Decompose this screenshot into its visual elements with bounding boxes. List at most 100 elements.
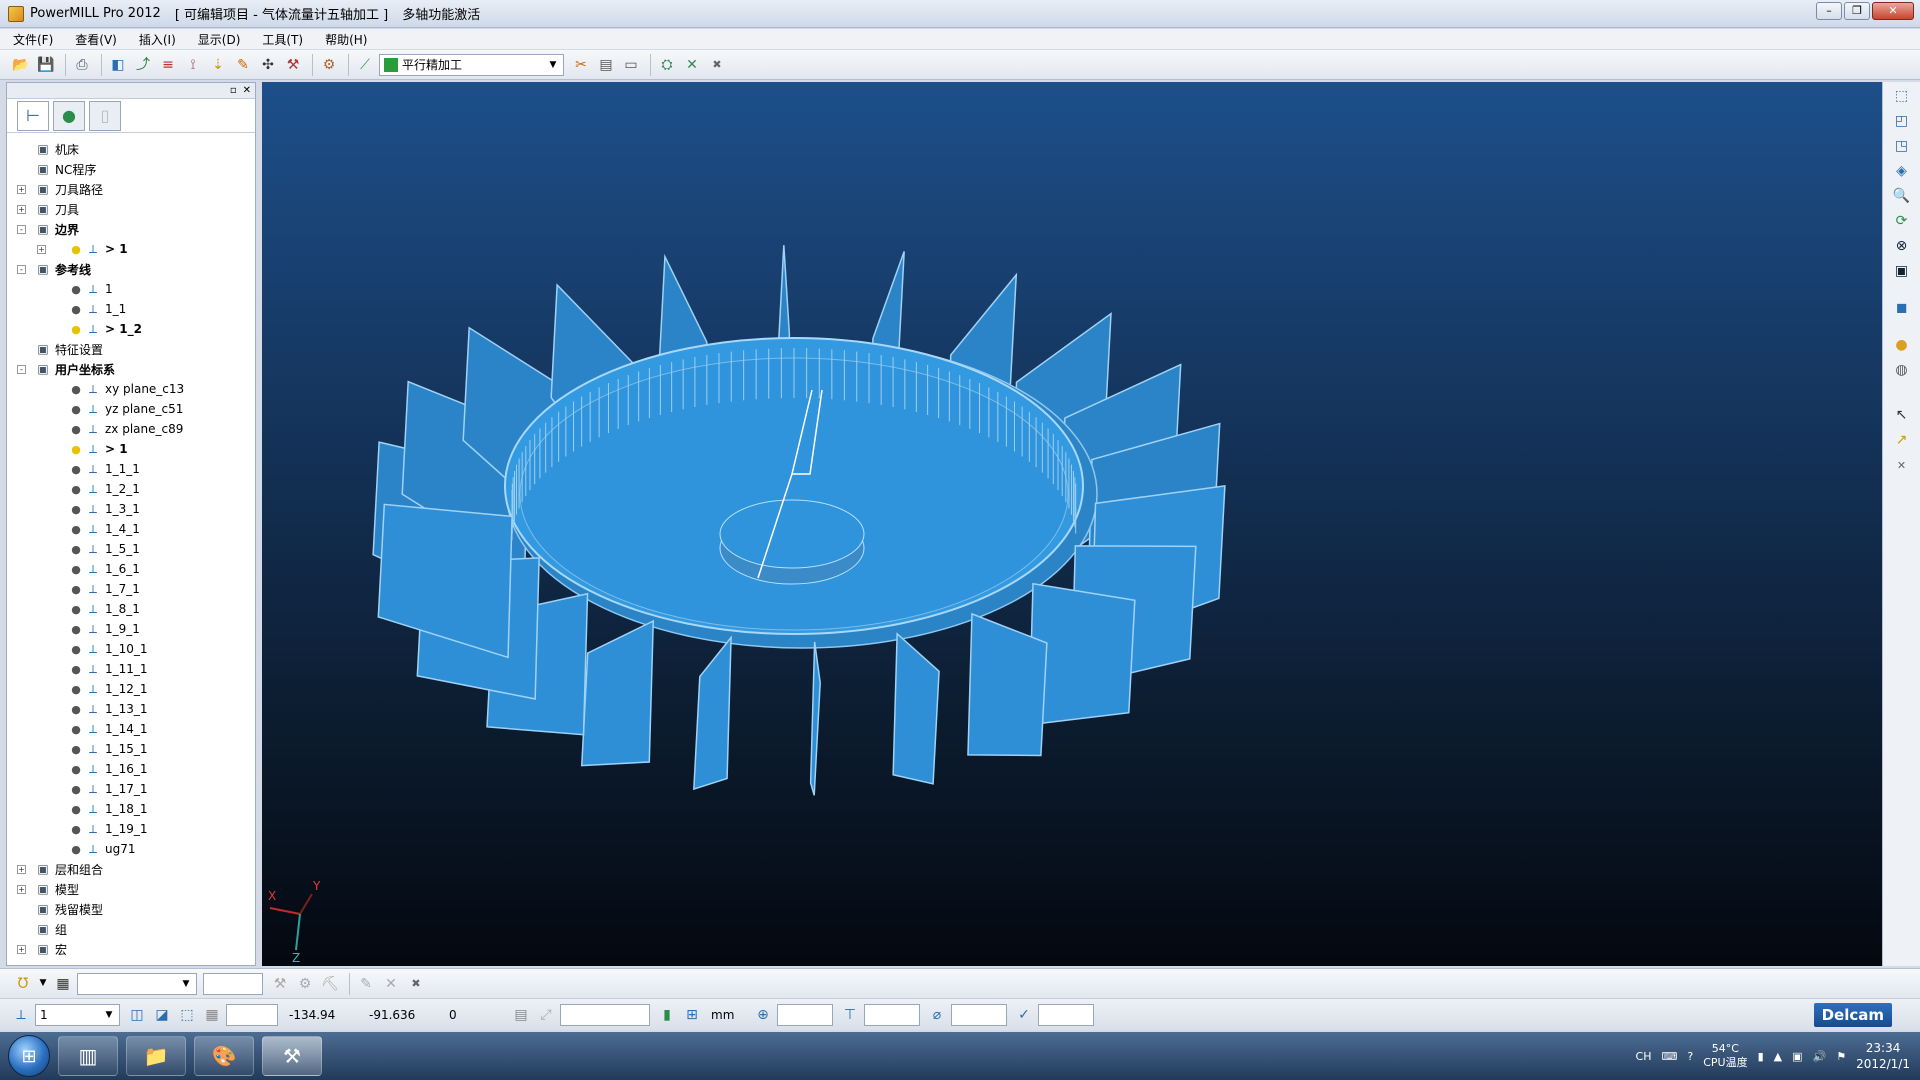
lightbulb-icon[interactable]: ● xyxy=(71,422,81,436)
clock[interactable]: 23:34 2012/1/1 xyxy=(1856,1040,1910,1072)
tree-item[interactable]: ● ⟂ yz plane_c51 xyxy=(7,399,255,419)
snap-icon[interactable]: ⤢ xyxy=(535,1004,557,1026)
workplane-align-icon[interactable]: ◪ xyxy=(151,1004,173,1026)
tool-holder-icon[interactable]: ⚙ xyxy=(294,973,316,995)
tree-item[interactable]: - ▣ 边界 xyxy=(7,219,255,239)
lightbulb-icon[interactable]: ● xyxy=(71,842,81,856)
tool-pencil-icon[interactable]: ✎ xyxy=(355,973,377,995)
view-iso-icon[interactable]: ⬚ xyxy=(1890,85,1914,107)
tree-item[interactable]: ● ⟂ 1_13_1 xyxy=(7,699,255,719)
workplane-cube-icon[interactable]: ⬚ xyxy=(176,1004,198,1026)
toolbar-close-icon[interactable]: ✖ xyxy=(706,54,728,76)
tree-item[interactable]: ● ⟂ 1_5_1 xyxy=(7,539,255,559)
task-explorer[interactable]: 📁 xyxy=(126,1036,186,1076)
expand-icon[interactable]: + xyxy=(17,944,26,954)
lightbulb-icon[interactable]: ● xyxy=(71,482,81,496)
tree-item[interactable]: ▣ 机床 xyxy=(7,139,255,159)
tree-item[interactable]: - ▣ 参考线 xyxy=(7,259,255,279)
material-icon[interactable]: ● xyxy=(1890,334,1914,356)
tool-magnet-icon[interactable]: Ʊ xyxy=(12,973,34,995)
select-cursor-icon[interactable]: ↖ xyxy=(1890,404,1914,426)
collapse-icon[interactable]: - xyxy=(17,264,26,274)
block-icon[interactable]: ◧ xyxy=(107,54,129,76)
lightbulb-icon[interactable]: ● xyxy=(71,322,81,336)
lightbulb-icon[interactable]: ● xyxy=(71,302,81,316)
keyboard-icon[interactable]: ⌨ xyxy=(1661,1050,1677,1063)
length-field[interactable] xyxy=(864,1003,920,1026)
tree-item[interactable]: ● ⟂ 1_2_1 xyxy=(7,479,255,499)
tree-item[interactable]: ● ⟂ 1_3_1 xyxy=(7,499,255,519)
view-side-icon[interactable]: ◳ xyxy=(1890,135,1914,157)
show-hidden-icon[interactable]: ▲ xyxy=(1774,1050,1782,1063)
zoom-fit-icon[interactable]: ⊗ xyxy=(1890,235,1914,257)
tree-item[interactable]: ● ⟂ 1_16_1 xyxy=(7,759,255,779)
start-button[interactable]: ⊞ xyxy=(8,1035,50,1077)
crosshair-icon[interactable]: ⊕ xyxy=(752,1004,774,1026)
menu-view[interactable]: 查看(V) xyxy=(72,30,120,49)
collapse-icon[interactable]: - xyxy=(17,364,26,374)
chevron-down-icon[interactable]: ▼ xyxy=(545,56,561,74)
rapid-move-icon[interactable]: ⤴ xyxy=(132,54,154,76)
lightbulb-icon[interactable]: ● xyxy=(71,282,81,296)
tree-item[interactable]: ▣ NC程序 xyxy=(7,159,255,179)
coords-icon[interactable]: ▤ xyxy=(510,1004,532,1026)
tree-item[interactable]: + ▣ 刀具路径 xyxy=(7,179,255,199)
expand-icon[interactable]: + xyxy=(37,244,46,254)
task-paint[interactable]: 🎨 xyxy=(194,1036,254,1076)
calculator-icon[interactable]: ▤ xyxy=(595,54,617,76)
tree-item[interactable]: ● ⟂ 1_11_1 xyxy=(7,659,255,679)
view-cube-icon[interactable]: ◈ xyxy=(1890,160,1914,182)
lightbulb-icon[interactable]: ● xyxy=(71,662,81,676)
menu-tools[interactable]: 工具(T) xyxy=(259,30,306,49)
menu-display[interactable]: 显示(D) xyxy=(195,30,244,49)
graphics-viewport[interactable]: X Y Z xyxy=(262,82,1882,966)
select-help-icon[interactable]: ↗ xyxy=(1890,429,1914,451)
workplane-select[interactable]: 1 ▼ xyxy=(35,1003,120,1026)
lightbulb-icon[interactable]: ● xyxy=(71,502,81,516)
action-center-icon[interactable]: ⚑ xyxy=(1836,1050,1846,1063)
restore-button[interactable]: ❐ xyxy=(1844,2,1870,20)
toolpath-transform-icon[interactable]: ✕ xyxy=(681,54,703,76)
task-computer[interactable]: ▥ xyxy=(58,1036,118,1076)
leads-links-icon[interactable]: ⟟ xyxy=(182,54,204,76)
workplane-icon[interactable]: ⟂ xyxy=(10,1004,32,1026)
tool-axis-icon[interactable]: ✣ xyxy=(257,54,279,76)
save-icon[interactable]: 💾 xyxy=(35,54,57,76)
tree-item[interactable]: ● ⟂ 1_8_1 xyxy=(7,599,255,619)
lightbulb-icon[interactable]: ● xyxy=(71,682,81,696)
lightbulb-icon[interactable]: ● xyxy=(71,562,81,576)
input-language[interactable]: CH xyxy=(1636,1050,1652,1063)
measure-icon[interactable]: ▭ xyxy=(620,54,642,76)
help-icon[interactable]: ? xyxy=(1687,1050,1693,1063)
tree-item[interactable]: ● ⟂ > 1_2 xyxy=(7,319,255,339)
lightbulb-icon[interactable]: ● xyxy=(71,462,81,476)
rightbar-close-icon[interactable]: ✕ xyxy=(1890,454,1914,476)
tree-item[interactable]: ● ⟂ 1_14_1 xyxy=(7,719,255,739)
tab-recycle[interactable]: ▯ xyxy=(89,100,121,131)
tool-value-field[interactable] xyxy=(203,972,263,995)
verify-icon[interactable]: ✂ xyxy=(570,54,592,76)
lightbulb-icon[interactable]: ● xyxy=(71,242,81,256)
print-icon[interactable]: ⎙ xyxy=(71,54,93,76)
impeller-model[interactable]: X Y Z xyxy=(262,82,1882,966)
lightbulb-icon[interactable]: ● xyxy=(71,442,81,456)
tool-grid-icon[interactable]: ▦ xyxy=(52,973,74,995)
tolerance-field[interactable] xyxy=(777,1003,833,1026)
diameter-field[interactable] xyxy=(951,1003,1007,1026)
expand-icon[interactable]: + xyxy=(17,864,26,874)
tree-item[interactable]: ▣ 残留模型 xyxy=(7,899,255,919)
tree-item[interactable]: ● ⟂ 1_6_1 xyxy=(7,559,255,579)
tree-item[interactable]: + ▣ 宏 xyxy=(7,939,255,959)
wireframe-globe-icon[interactable]: ◍ xyxy=(1890,359,1914,381)
lightbulb-icon[interactable]: ● xyxy=(71,542,81,556)
view-front-icon[interactable]: ◰ xyxy=(1890,110,1914,132)
lightbulb-icon[interactable]: ● xyxy=(71,722,81,736)
tree-item[interactable]: ● ⟂ 1_4_1 xyxy=(7,519,255,539)
check-icon[interactable]: ✓ xyxy=(1013,1004,1035,1026)
zoom-icon[interactable]: 🔍 xyxy=(1890,185,1914,207)
material-bar-icon[interactable]: ▮ xyxy=(656,1004,678,1026)
grid-icon[interactable]: ▦ xyxy=(201,1004,223,1026)
expand-icon[interactable]: + xyxy=(17,884,26,894)
tree-item[interactable]: + ▣ 层和组合 xyxy=(7,859,255,879)
network-icon[interactable]: ▣ xyxy=(1792,1050,1802,1063)
